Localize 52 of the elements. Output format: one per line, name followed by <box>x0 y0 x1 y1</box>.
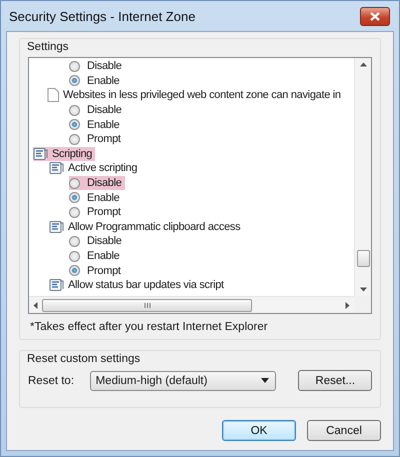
radio-button[interactable] <box>69 119 80 130</box>
setting-label: Allow Programmatic clipboard access <box>68 220 240 233</box>
radio-button[interactable] <box>69 104 80 116</box>
vertical-scrollbar[interactable] <box>354 58 371 296</box>
scroll-thumb[interactable] <box>42 298 252 312</box>
reset-level-dropdown[interactable]: Medium-high (default) <box>90 370 276 390</box>
script-icon <box>49 220 64 234</box>
setting-label: Websites in less privileged web content zone can navigate in <box>63 89 341 102</box>
option-label[interactable]: Prompt <box>87 206 121 218</box>
radio-button[interactable] <box>69 75 80 86</box>
horizontal-scrollbar[interactable] <box>29 296 354 313</box>
dialog-button[interactable]: OK <box>222 420 296 441</box>
scroll-thumb[interactable] <box>356 250 370 267</box>
option-label[interactable]: Disable <box>87 235 122 248</box>
radio-button[interactable] <box>69 236 80 247</box>
option-label[interactable]: Disable <box>87 60 122 72</box>
setting-label: Allow status bar updates via script <box>68 279 224 292</box>
script-icon <box>49 278 64 292</box>
restart-note: *Takes effect after you restart Internet Explorer <box>30 321 269 333</box>
option-label[interactable]: Enable <box>87 192 120 204</box>
radio-button[interactable] <box>69 178 80 189</box>
radio-button[interactable] <box>69 250 80 262</box>
reset-button[interactable]: Reset... <box>298 370 372 391</box>
radio-button[interactable] <box>69 60 80 72</box>
radio-button[interactable] <box>69 134 80 145</box>
caret-icon <box>261 378 270 383</box>
option-label[interactable]: Enable <box>87 118 120 131</box>
radio-button[interactable] <box>69 192 80 204</box>
setting-label: Active scripting <box>68 162 138 174</box>
option-label[interactable]: Prompt <box>87 264 121 277</box>
group-title: Settings <box>27 41 70 53</box>
document-icon <box>47 88 59 102</box>
scroll-right-icon[interactable] <box>345 302 350 308</box>
option-label[interactable]: Prompt <box>87 133 121 146</box>
option-label[interactable]: Disable <box>87 177 122 190</box>
close-icon[interactable] <box>370 12 380 20</box>
scroll-left-icon[interactable] <box>33 302 38 308</box>
radio-button[interactable] <box>69 206 80 218</box>
script-icon <box>33 146 48 161</box>
window-title: Security Settings - Internet Zone <box>9 8 196 24</box>
option-label[interactable]: Enable <box>87 74 120 87</box>
reset-to-label: Reset to: <box>28 374 76 386</box>
dialog-button[interactable]: Cancel <box>307 420 381 441</box>
option-label[interactable]: Enable <box>87 250 120 262</box>
close-button[interactable] <box>360 6 390 26</box>
group-title: Reset custom settings <box>27 353 142 365</box>
scroll-down-icon[interactable] <box>360 287 366 292</box>
script-icon <box>49 161 64 176</box>
radio-button[interactable] <box>69 265 80 276</box>
option-label[interactable]: Disable <box>87 104 122 116</box>
scroll-up-icon[interactable] <box>360 62 366 67</box>
category-label: Scripting <box>52 148 92 160</box>
